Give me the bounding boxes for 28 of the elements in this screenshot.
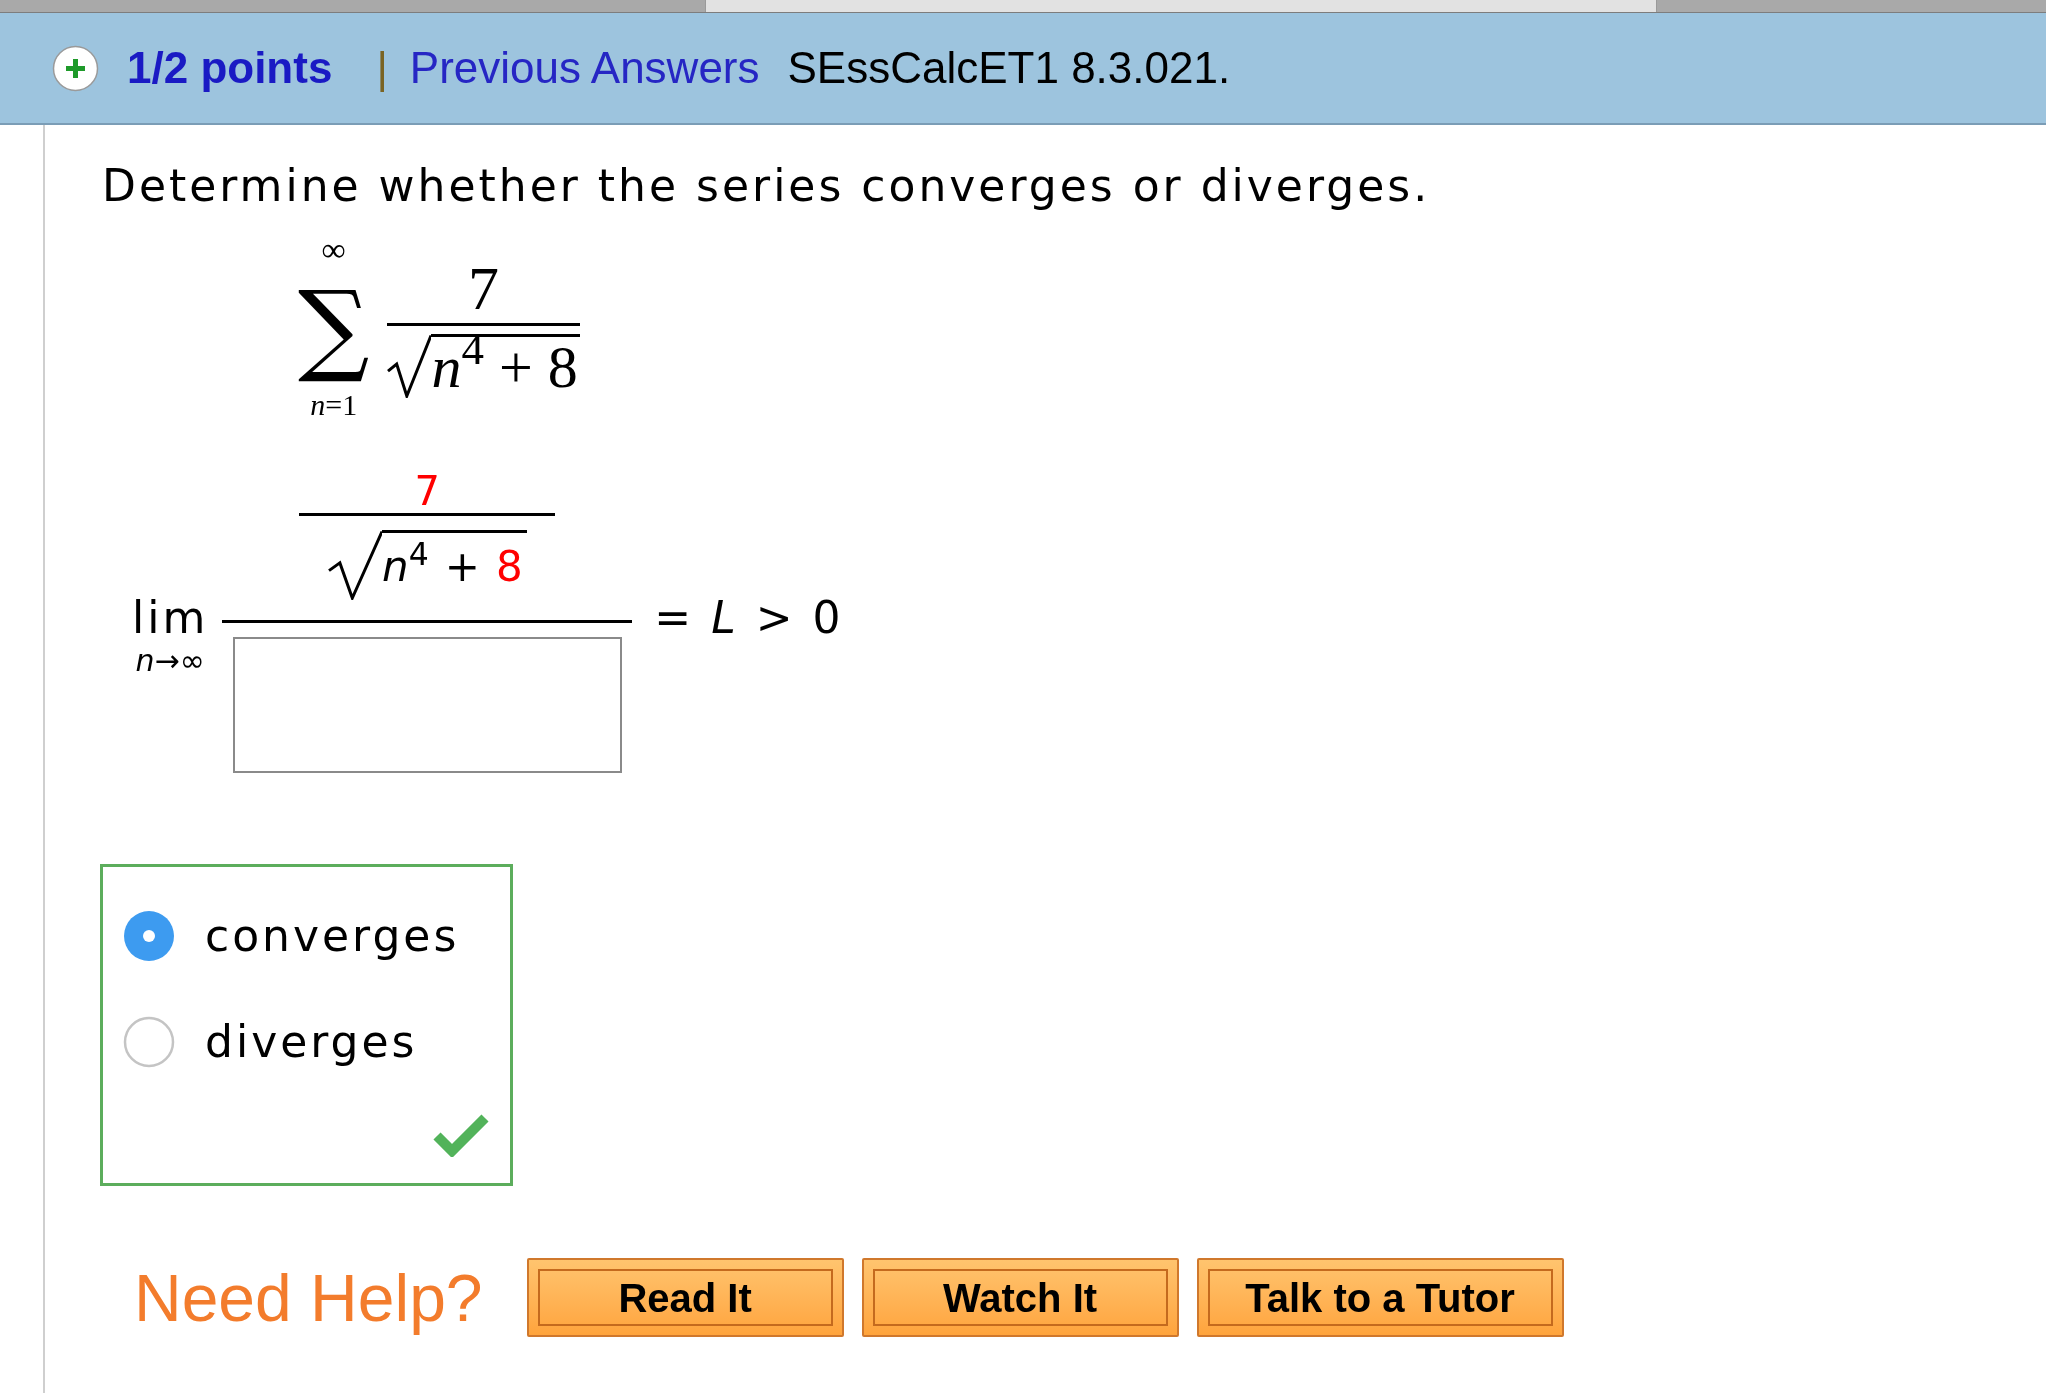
separator-text: | xyxy=(376,46,388,90)
check-icon xyxy=(433,1112,489,1157)
question-text: Determine whether the series converges or diverges. xyxy=(102,160,1431,212)
numerator-term: 7 xyxy=(414,469,441,513)
problem-id: SEssCalcET1 8.3.021. xyxy=(787,46,1231,90)
answer-field[interactable] xyxy=(232,637,622,773)
lower-limit: n=1 xyxy=(310,388,358,422)
help-button[interactable]: Read It xyxy=(526,1258,844,1337)
numerator: 7 xyxy=(467,256,501,319)
radical-sign-icon xyxy=(387,333,432,398)
previous-answers-link[interactable]: Previous Answers xyxy=(409,46,760,90)
radicand-term: 8 xyxy=(495,542,523,591)
radicand: n$^{4}$ + 8 xyxy=(431,333,580,398)
help-button[interactable]: Watch It xyxy=(861,1258,1179,1337)
option-label[interactable]: diverges xyxy=(205,1016,418,1068)
expand-plus-icon[interactable] xyxy=(52,44,99,92)
limit-operator: lim xyxy=(132,592,209,644)
option-label[interactable]: converges xyxy=(205,910,460,962)
radicand-term: + xyxy=(444,542,480,591)
radicand-term: n$^{4}$ xyxy=(382,542,429,591)
limit-result: = L > 0 xyxy=(654,592,844,644)
help-button[interactable]: Talk to a Tutor xyxy=(1196,1258,1564,1337)
score-text: 1/2 points xyxy=(127,46,333,90)
upper-limit: ∞ xyxy=(321,232,346,268)
limit-subscript: n→∞ xyxy=(135,644,205,678)
radio-button[interactable] xyxy=(123,910,175,962)
sum-symbol: ∑ xyxy=(298,268,370,388)
radio-button[interactable] xyxy=(123,1016,175,1068)
